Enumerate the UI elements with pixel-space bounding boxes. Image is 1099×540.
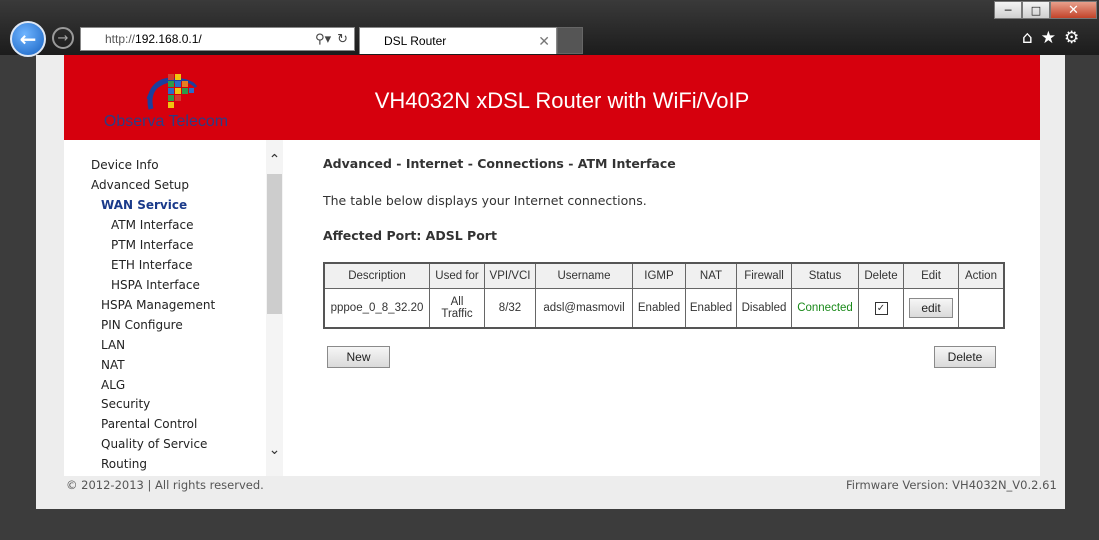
browser-tab[interactable]: DSL Router ✕ [359,27,557,54]
cell-nat: Enabled [685,288,737,329]
col-edit: Edit [903,262,959,289]
sidebar-item-hspa-interface[interactable]: HSPA Interface [111,278,200,292]
sidebar-item-ptm-interface[interactable]: PTM Interface [111,238,193,252]
sidebar-nav: Device Info Advanced Setup WAN Service A… [64,140,283,476]
sidebar-item-alg[interactable]: ALG [101,378,125,392]
col-used-for: Used for [429,262,485,289]
scroll-up-icon[interactable]: ⌃ [266,152,283,168]
sidebar-item-nat[interactable]: NAT [101,358,125,372]
col-firewall: Firewall [736,262,792,289]
col-delete: Delete [858,262,904,289]
cell-action [958,288,1005,329]
sidebar-item-atm-interface[interactable]: ATM Interface [111,218,194,232]
firmware-version: Firmware Version: VH4032N_V0.2.61 [846,478,1057,492]
tab-title: DSL Router [384,34,447,48]
cell-edit: edit [903,288,959,329]
sidebar-item-eth-interface[interactable]: ETH Interface [111,258,192,272]
scroll-down-icon[interactable]: ⌄ [266,442,283,458]
settings-gear-icon[interactable]: ⚙ [1064,28,1079,48]
col-vpi-vci: VPI/VCI [484,262,536,289]
maximize-icon[interactable]: □ [1022,1,1050,19]
cell-igmp: Enabled [632,288,686,329]
forward-icon[interactable]: → [52,27,74,49]
sidebar-item-pin-configure[interactable]: PIN Configure [101,318,183,332]
close-icon[interactable]: ✕ [1050,1,1097,19]
tab-close-icon[interactable]: ✕ [538,33,550,50]
cell-used-for: All Traffic [429,288,485,329]
address-bar[interactable]: http://192.168.0.1/ ⚲▾ ↻ [80,27,355,51]
main-content: Advanced - Internet - Connections - ATM … [283,140,1040,476]
sidebar-item-quality-of-service[interactable]: Quality of Service [101,437,207,451]
col-action: Action [958,262,1005,289]
cell-username: adsl@masmovil [535,288,633,329]
sidebar-item-security[interactable]: Security [101,397,150,411]
delete-button[interactable]: Delete [934,346,996,368]
cell-firewall: Disabled [736,288,792,329]
cell-delete: ✓ [858,288,904,329]
breadcrumb: Advanced - Internet - Connections - ATM … [323,156,676,171]
page-description: The table below displays your Internet c… [323,193,647,208]
browser-titlebar: ─ □ ✕ ← → http://192.168.0.1/ ⚲▾ ↻ DSL R… [0,0,1099,57]
cell-description: pppoe_0_8_32.20 [323,288,430,329]
cell-vpi-vci: 8/32 [484,288,536,329]
router-page: Observa Telecom VH4032N xDSL Router with… [36,55,1065,509]
sidebar-item-wan-service[interactable]: WAN Service [101,198,187,212]
browser-toolbar-icons: ⌂ ★ ⚙ [1022,28,1079,48]
sidebar-item-hspa-management[interactable]: HSPA Management [101,298,215,312]
header-banner: Observa Telecom VH4032N xDSL Router with… [64,55,1040,140]
new-button[interactable]: New [327,346,390,368]
refresh-icon[interactable]: ↻ [337,32,348,47]
status-badge: Connected [791,288,859,329]
col-status: Status [791,262,859,289]
affected-port: Affected Port: ADSL Port [323,228,497,243]
page-title: VH4032N xDSL Router with WiFi/VoIP [374,88,750,113]
col-description: Description [323,262,430,289]
delete-checkbox[interactable]: ✓ [874,301,888,315]
edit-button[interactable]: edit [909,298,953,318]
sidebar-item-advanced-setup[interactable]: Advanced Setup [91,178,189,192]
copyright-text: © 2012-2013 | All rights reserved. [66,478,264,492]
sidebar-scrollbar[interactable]: ⌃ ⌄ [266,140,283,476]
new-tab-button[interactable] [557,27,583,54]
window-controls: ─ □ ✕ [994,1,1097,19]
scrollbar-thumb[interactable] [267,174,282,314]
url-text: http://192.168.0.1/ [105,32,202,46]
minimize-icon[interactable]: ─ [994,1,1022,19]
home-icon[interactable]: ⌂ [1022,28,1033,48]
favorites-star-icon[interactable]: ★ [1041,28,1056,48]
col-nat: NAT [685,262,737,289]
table-header-row: Description Used for VPI/VCI Username IG… [323,262,1005,289]
sidebar-item-parental-control[interactable]: Parental Control [101,417,197,431]
sidebar-item-device-info[interactable]: Device Info [91,158,159,172]
table-row: pppoe_0_8_32.20 All Traffic 8/32 adsl@mas… [323,288,1005,329]
search-icon[interactable]: ⚲▾ [315,32,331,47]
col-username: Username [535,262,633,289]
col-igmp: IGMP [632,262,686,289]
sidebar-item-lan[interactable]: LAN [101,338,125,352]
logo-text: Observa Telecom [103,113,229,130]
back-icon[interactable]: ← [10,21,46,57]
connections-table: Description Used for VPI/VCI Username IG… [323,262,1005,329]
sidebar-item-routing[interactable]: Routing [101,457,147,471]
